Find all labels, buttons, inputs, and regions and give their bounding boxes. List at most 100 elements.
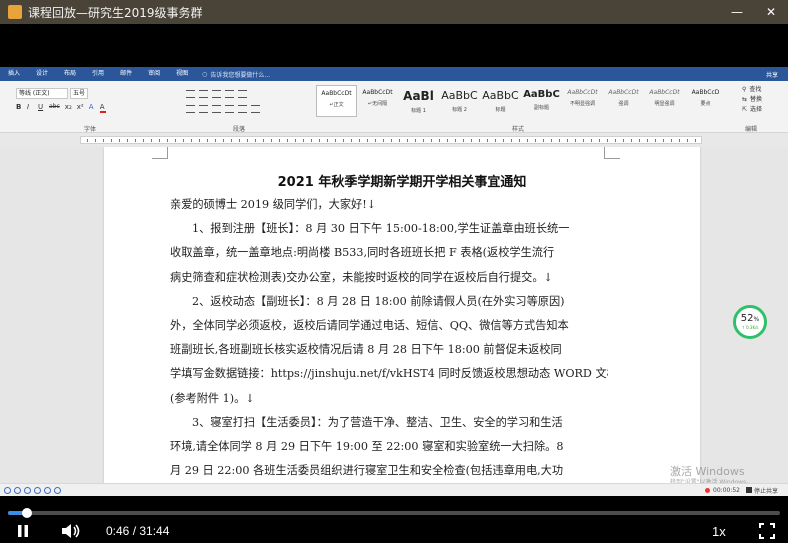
style-gallery-item[interactable]: AaBbC 副标题 xyxy=(521,85,562,117)
decrease-indent-button[interactable] xyxy=(225,90,234,98)
fullscreen-button[interactable] xyxy=(758,523,776,539)
record-dot-icon xyxy=(705,487,711,493)
playback-speed-button[interactable]: 1x xyxy=(712,524,726,539)
ruler-tick xyxy=(583,139,584,142)
font-size-select[interactable]: 五号 xyxy=(70,88,88,99)
seek-bar-handle[interactable] xyxy=(21,508,32,518)
italic-button[interactable]: I xyxy=(27,103,33,113)
document-canvas[interactable]: 2021 年秋季学期新学期开学相关事宜通知 亲爱的硕博士 2019 级同学们，大… xyxy=(0,147,788,483)
share-button[interactable]: 共享 xyxy=(766,70,778,79)
align-center-button[interactable] xyxy=(199,105,208,113)
recording-time: 00:00:52 xyxy=(713,486,740,494)
minimize-button[interactable]: — xyxy=(720,0,754,24)
document-page[interactable]: 2021 年秋季学期新学期开学相关事宜通知 亲爱的硕博士 2019 级同学们，大… xyxy=(104,147,700,483)
stop-sharing-button[interactable]: 停止共享 xyxy=(745,486,778,495)
tab-references[interactable]: 引用 xyxy=(84,67,112,81)
upload-progress-ring[interactable]: 52% ↑ 0.3K/s xyxy=(733,305,767,339)
style-sample: AaBbCcDt xyxy=(649,89,680,96)
style-name: 强调 xyxy=(618,101,629,107)
style-gallery-item[interactable]: AaBbCcDt ↵正文 xyxy=(316,85,357,117)
tab-design[interactable]: 设计 xyxy=(28,67,56,81)
tab-mailings[interactable]: 邮件 xyxy=(112,67,140,81)
style-gallery-item[interactable]: AaBbCcDt 明显强调 xyxy=(644,85,685,117)
ruler-tick xyxy=(495,139,496,142)
ruler-tick xyxy=(367,139,368,142)
ruler-tick xyxy=(167,139,168,142)
style-name: 要点 xyxy=(700,101,711,107)
tab-layout[interactable]: 布局 xyxy=(56,67,84,81)
pause-button[interactable] xyxy=(14,523,32,539)
style-gallery-item[interactable]: AaBl 标题 1 xyxy=(398,85,439,117)
settings-icon[interactable] xyxy=(54,486,61,494)
justify-button[interactable] xyxy=(225,105,234,113)
strikethrough-button[interactable]: abc xyxy=(49,103,60,113)
ruler-tick xyxy=(239,139,240,142)
numbering-button[interactable] xyxy=(199,90,208,98)
style-gallery-item[interactable]: AaBbCcDt ↵无间隔 xyxy=(357,85,398,117)
increase-indent-button[interactable] xyxy=(238,90,247,98)
members-icon[interactable] xyxy=(44,486,51,494)
bold-button[interactable]: B xyxy=(16,103,22,113)
document-line: 收取盖章，统一盖章地点:明尚楼 B533,同时各班班长把 F 表格(返校学生流行 xyxy=(170,246,555,260)
chat-icon[interactable] xyxy=(34,486,41,494)
find-button[interactable]: ⚲ 查找 xyxy=(742,85,762,95)
document-body[interactable]: 亲爱的硕博士 2019 级同学们，大家好!↓ 1、报到注册【班长】：8 月 30 … xyxy=(170,193,608,483)
subscript-button[interactable]: x₂ xyxy=(65,103,72,113)
close-button[interactable]: ✕ xyxy=(754,0,788,24)
ruler-tick xyxy=(439,139,440,142)
tab-insert[interactable]: 插入 xyxy=(0,67,28,81)
cursor-icon: ⇱ xyxy=(742,106,748,113)
align-left-button[interactable] xyxy=(186,105,195,113)
ruler-tick xyxy=(671,139,672,142)
volume-button[interactable] xyxy=(60,523,82,539)
editing-group: ⚲ 查找 ⇆ 替换 ⇱ 选择 xyxy=(742,85,762,115)
font-name-select[interactable]: 等线 (正文) xyxy=(16,88,68,99)
style-name: ↵正文 xyxy=(329,102,344,108)
paragraph-buttons-bottom xyxy=(186,105,260,113)
replace-button[interactable]: ⇆ 替换 xyxy=(742,95,762,105)
share-screen-icon[interactable] xyxy=(24,486,31,494)
select-button[interactable]: ⇱ 选择 xyxy=(742,105,762,115)
horizontal-ruler[interactable] xyxy=(0,133,788,147)
lightbulb-icon: ○ xyxy=(202,70,208,78)
align-right-button[interactable] xyxy=(212,105,221,113)
ruler-tick xyxy=(151,139,152,142)
document-line: 亲爱的硕博士 2019 级同学们，大家好!↓ xyxy=(170,198,377,211)
style-gallery-item[interactable]: AaBbC 标题 xyxy=(480,85,521,117)
bullets-button[interactable] xyxy=(186,90,195,98)
ruler-tick xyxy=(247,139,248,142)
line-spacing-button[interactable] xyxy=(238,105,247,113)
style-gallery-item[interactable]: AaBbCcDt 不明显强调 xyxy=(562,85,603,117)
ruler-tick xyxy=(335,139,336,142)
multilevel-list-button[interactable] xyxy=(212,90,221,98)
ruler-tick xyxy=(567,139,568,142)
mic-icon[interactable] xyxy=(4,486,11,494)
document-line: 月 29 日 22:00 各班生活委员组织进行寝室卫生和安全检查(包括违章用电,… xyxy=(170,464,564,478)
style-name: 标题 2 xyxy=(452,107,467,113)
document-line: 学填写金数据链接：https://jinshuju.net/f/vkHST4 同… xyxy=(170,367,608,381)
document-line: 3、寝室打扫【生活委员】：为了营造干净、整洁、卫生、安全的学习和生活 xyxy=(192,415,563,429)
seek-bar[interactable] xyxy=(8,508,780,518)
shading-button[interactable] xyxy=(251,105,260,113)
document-line: 环境,请全体同学 8 月 29 日下午 19:00 至 22:00 寝室和实验室… xyxy=(170,439,564,453)
style-gallery-item[interactable]: AaBbCcD 要点 xyxy=(685,85,726,117)
tab-review[interactable]: 审阅 xyxy=(140,67,168,81)
superscript-button[interactable]: x² xyxy=(77,103,84,113)
style-gallery-item[interactable]: AaBbCcDt 强调 xyxy=(603,85,644,117)
ruler-tick xyxy=(319,139,320,142)
style-name: 标题 xyxy=(495,107,506,113)
ruler-tick xyxy=(423,139,424,142)
select-label: 选择 xyxy=(750,106,763,113)
document-line: 病史筛查和症状检测表)交办公室，未能按时返校的同学在返校后自行提交。↓ xyxy=(170,270,553,284)
tab-view[interactable]: 视图 xyxy=(168,67,196,81)
camera-icon[interactable] xyxy=(14,486,21,494)
underline-button[interactable]: U xyxy=(38,103,44,113)
style-sample: AaBbCcDt xyxy=(321,90,352,97)
tell-me-box[interactable]: ○ 告诉我您想要做什么... xyxy=(202,70,270,79)
tell-me-label: 告诉我您想要做什么... xyxy=(210,71,271,79)
style-gallery-item[interactable]: AaBbC 标题 2 xyxy=(439,85,480,117)
font-color-button[interactable]: A xyxy=(99,103,106,113)
ruler-tick xyxy=(159,139,160,142)
status-bar: 00:00:52 停止共享 xyxy=(0,483,788,496)
text-effects-button[interactable]: A xyxy=(89,103,95,113)
